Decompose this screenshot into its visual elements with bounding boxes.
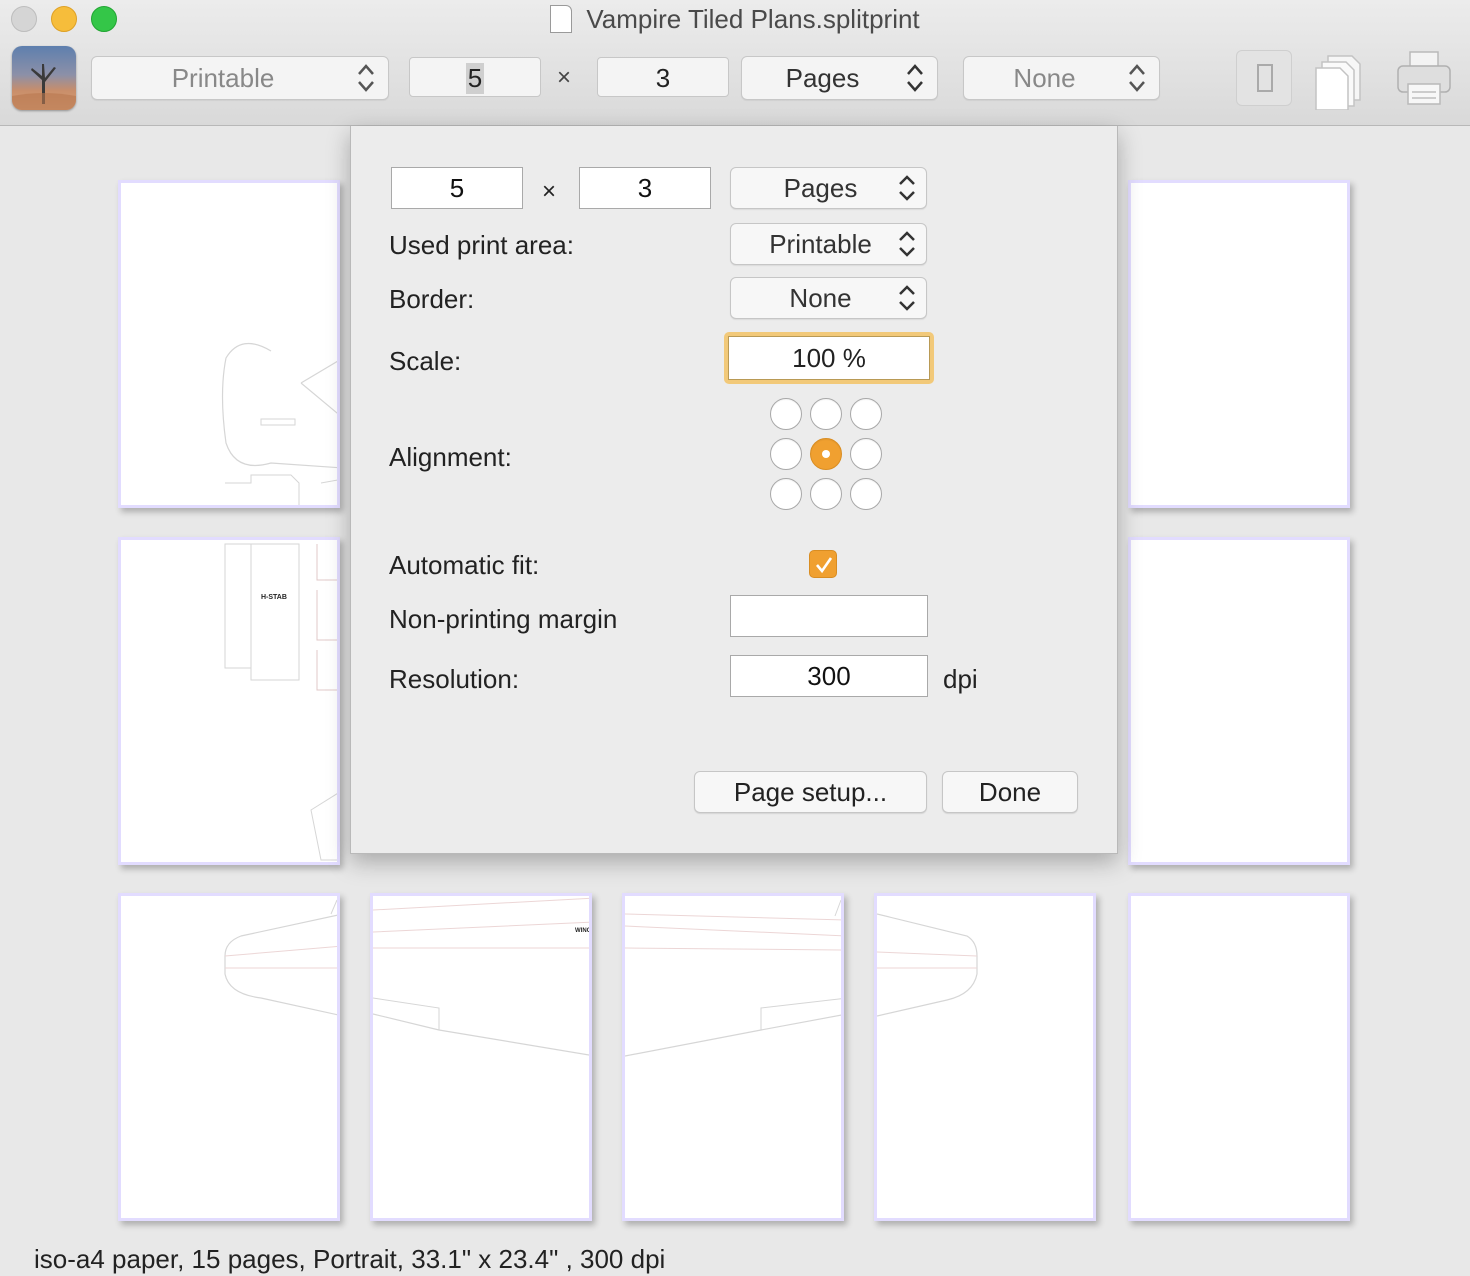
status-bar-text: iso-a4 paper, 15 pages, Portrait, 33.1" … — [34, 1244, 666, 1274]
tree-icon — [12, 64, 76, 110]
resolution-field[interactable]: 300 — [730, 655, 928, 697]
plan-drawing — [224, 543, 337, 861]
scale-label: Scale: — [389, 346, 462, 376]
plan-drawing — [221, 342, 337, 505]
print-button[interactable] — [1394, 50, 1454, 106]
page-thumbnail[interactable] — [118, 180, 340, 508]
resolution-label: Resolution: — [389, 664, 520, 694]
checkmark-icon — [816, 557, 833, 574]
align-center-radio[interactable] — [810, 438, 842, 470]
pages-icon — [1315, 55, 1361, 111]
align-bottom-left-radio[interactable] — [770, 478, 802, 510]
rows-value: 3 — [637, 172, 653, 203]
toolbar-border-popup[interactable]: None — [963, 56, 1160, 100]
toolbar-columns-field[interactable]: 5 — [409, 57, 541, 97]
non-printing-margin-label: Non-printing margin — [389, 604, 618, 634]
border-value: None — [789, 282, 852, 313]
page-thumbnail[interactable] — [1128, 537, 1350, 865]
chevron-updown-icon — [907, 64, 923, 92]
columns-field[interactable]: 5 — [391, 167, 523, 209]
toolbar-print-area-value: Printable — [171, 62, 275, 93]
wing-label: WING — [575, 928, 592, 934]
scale-value: 100 % — [792, 342, 866, 373]
page-thumbnail[interactable] — [874, 893, 1096, 1221]
portrait-page-icon — [1257, 64, 1273, 92]
alignment-label: Alignment: — [389, 442, 512, 472]
toolbar-print-area-popup[interactable]: Printable — [91, 56, 389, 100]
automatic-fit-label: Automatic fit: — [389, 550, 540, 580]
window-title: Vampire Tiled Plans.splitprint — [0, 4, 1470, 35]
page-setup-button[interactable]: Page setup... — [694, 771, 927, 813]
toolbar-rows-field[interactable]: 3 — [597, 57, 729, 97]
align-top-center-radio[interactable] — [810, 398, 842, 430]
plan-drawing — [224, 899, 337, 1016]
used-print-area-value: Printable — [769, 228, 872, 259]
page-thumbnail[interactable] — [1128, 180, 1350, 508]
chevron-updown-icon — [899, 285, 915, 311]
toolbar-rows-value: 3 — [655, 63, 671, 93]
align-middle-right-radio[interactable] — [850, 438, 882, 470]
page-thumbnail[interactable] — [622, 893, 844, 1221]
scale-field[interactable]: 100 % — [728, 336, 930, 380]
unit-popup[interactable]: Pages — [730, 167, 927, 209]
toolbar-unit-popup[interactable]: Pages — [741, 56, 938, 100]
document-icon — [550, 5, 573, 33]
used-print-area-label: Used print area: — [389, 230, 574, 260]
chevron-updown-icon — [899, 231, 915, 257]
align-bottom-center-radio[interactable] — [810, 478, 842, 510]
page-thumbnail[interactable] — [118, 893, 340, 1221]
resolution-value: 300 — [807, 660, 851, 691]
window-titlebar: Vampire Tiled Plans.splitprint Printable… — [0, 0, 1470, 126]
non-printing-margin-field[interactable] — [730, 595, 928, 637]
align-middle-left-radio[interactable] — [770, 438, 802, 470]
portrait-orientation-button[interactable] — [1236, 50, 1292, 106]
resolution-unit: dpi — [943, 664, 978, 694]
printer-icon — [1397, 51, 1451, 105]
hstab-label: H-STAB — [261, 594, 287, 601]
page-setup-button-label: Page setup... — [733, 776, 888, 807]
app-icon[interactable] — [12, 46, 76, 110]
layout-settings-sheet: 5 × 3 Pages Used print area: Printable B… — [350, 126, 1118, 854]
page-thumbnail[interactable] — [1128, 893, 1350, 1221]
page-thumbnail[interactable]: WING — [370, 893, 592, 1221]
toolbar-columns-value: 5 — [465, 63, 485, 94]
automatic-fit-checkbox[interactable] — [809, 550, 837, 578]
done-button[interactable]: Done — [942, 771, 1078, 813]
plan-drawing — [877, 913, 978, 1017]
used-print-area-popup[interactable]: Printable — [730, 223, 927, 265]
columns-value: 5 — [449, 172, 465, 203]
plan-drawing — [625, 899, 841, 1057]
toolbar-border-value: None — [1013, 62, 1076, 93]
chevron-updown-icon — [899, 175, 915, 201]
page-thumbnail[interactable]: H-STAB — [118, 537, 340, 865]
plan-drawing — [373, 897, 589, 1056]
times-sign: × — [542, 178, 557, 205]
done-button-label: Done — [978, 776, 1042, 807]
align-top-left-radio[interactable] — [770, 398, 802, 430]
unit-value: Pages — [783, 172, 858, 203]
window-title-text: Vampire Tiled Plans.splitprint — [586, 4, 920, 34]
border-label: Border: — [389, 284, 475, 314]
rows-field[interactable]: 3 — [579, 167, 711, 209]
align-top-right-radio[interactable] — [850, 398, 882, 430]
scale-field-focus-ring: 100 % — [724, 332, 934, 384]
pages-button[interactable] — [1312, 50, 1376, 111]
border-popup[interactable]: None — [730, 277, 927, 319]
align-bottom-right-radio[interactable] — [850, 478, 882, 510]
toolbar-unit-value: Pages — [785, 62, 860, 93]
chevron-updown-icon — [1129, 64, 1145, 92]
chevron-updown-icon — [358, 64, 374, 92]
toolbar-times-sign: × — [557, 64, 572, 91]
